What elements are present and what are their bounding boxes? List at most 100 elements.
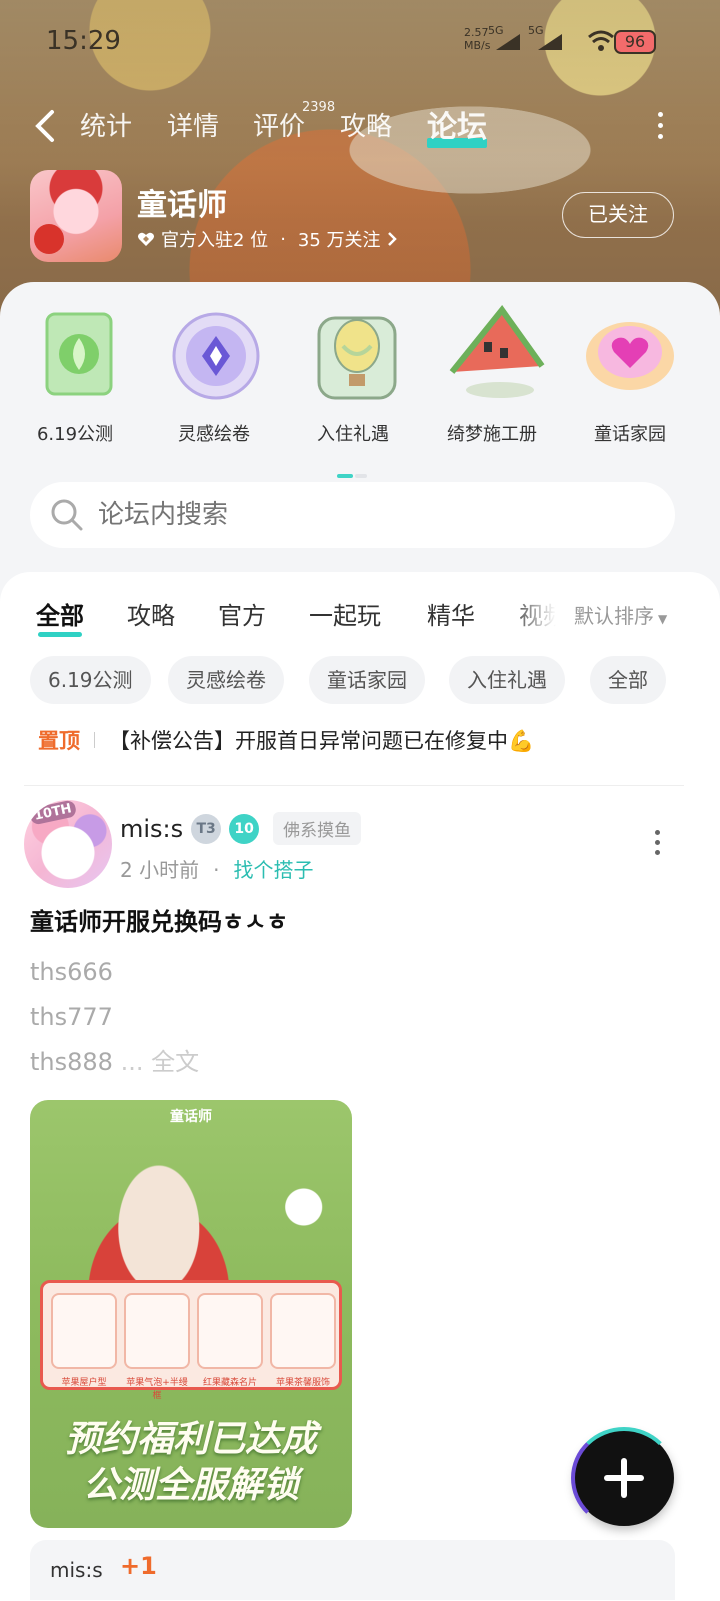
heart-shell-icon	[580, 302, 680, 402]
image-logo: 童话师	[170, 1109, 212, 1125]
reward-card	[197, 1293, 263, 1369]
category-row: 6.19公测 灵感绘卷 入住礼遇 绮梦施工册 童话家园	[0, 302, 720, 478]
follow-button[interactable]: 已关注	[562, 192, 674, 238]
plus-icon	[621, 1458, 627, 1498]
reward-card-label: 苹果屋户型	[61, 1378, 107, 1388]
category-item[interactable]: 6.19公测	[15, 302, 135, 446]
reward-card	[51, 1293, 117, 1369]
user-tag: 佛系摸鱼	[273, 812, 362, 845]
topic-chips: 6.19公测 灵感绘卷 童话家园 入住礼遇 全部	[30, 656, 720, 704]
sort-dropdown[interactable]: 默认排序 ▼	[574, 600, 667, 629]
leaf-card-icon	[25, 302, 125, 402]
more-options-button[interactable]	[650, 112, 670, 142]
category-item[interactable]: 绮梦施工册	[432, 302, 552, 446]
post-body-line: ths777	[30, 1003, 113, 1031]
post-more-button[interactable]	[652, 830, 662, 860]
avatar[interactable]: 10TH	[24, 800, 112, 888]
tab-forum[interactable]: 论坛	[427, 102, 487, 148]
topic-chip[interactable]: 6.19公测	[30, 656, 151, 704]
reward-card	[124, 1293, 190, 1369]
topic-chip[interactable]: 童话家园	[309, 656, 425, 704]
post-body: ths666 ths777 ths888 ... 全文	[30, 950, 199, 1085]
search-input[interactable]	[98, 482, 658, 548]
tab-guides[interactable]: 攻略	[340, 106, 392, 143]
watermelon-house-icon	[442, 302, 545, 402]
game-app-icon[interactable]	[30, 170, 122, 262]
image-headline: 公测全服解锁	[82, 1464, 299, 1506]
feed-tabs: 全部 攻略 官方 一起玩 精华 视频 默认排序▼	[0, 592, 720, 642]
post-meta: 2 小时前 · 找个搭子	[120, 854, 313, 883]
username[interactable]: mis:s	[120, 815, 183, 843]
meta-separator: ·	[280, 228, 286, 250]
feed-tab-guides[interactable]: 攻略	[127, 596, 175, 631]
reward-card-label: 苹果茶馨服饰	[275, 1378, 330, 1388]
review-count: 2398	[302, 100, 336, 115]
game-title: 童话师	[137, 188, 227, 223]
image-headline: 预约福利已达成	[64, 1418, 317, 1460]
category-item[interactable]: 入住礼遇	[293, 302, 413, 446]
level-badge: T3	[191, 813, 222, 844]
topic-chip[interactable]: 入住礼遇	[449, 656, 565, 704]
chevron-left-icon	[35, 110, 54, 142]
forum-panel: 6.19公测 灵感绘卷 入住礼遇 绮梦施工册 童话家园 论坛内搜索 全部 攻略 …	[0, 282, 720, 1601]
tab-details[interactable]: 详情	[167, 106, 219, 143]
follower-count: 35 万关注	[297, 230, 381, 251]
search-icon	[51, 499, 83, 531]
topic-chip[interactable]: 灵感绘卷	[168, 656, 284, 704]
category-item[interactable]: 灵感绘卷	[154, 302, 274, 446]
game-info: 童话师 官方入驻2 位 · 35 万关注 已关注	[0, 170, 720, 262]
forum-search-box[interactable]	[30, 482, 675, 548]
next-post-card[interactable]: mis:s +1	[30, 1540, 675, 1600]
feed-tab-play-together[interactable]: 一起玩	[309, 596, 381, 631]
category-label: 灵感绘卷	[178, 424, 250, 445]
tab-fade-overlay	[508, 592, 568, 642]
network-speed: 2.57 MB/s	[464, 26, 490, 52]
category-label: 入住礼遇	[317, 424, 389, 445]
hot-air-balloon-icon	[303, 302, 403, 402]
reward-card-label: 红果藏森名片	[202, 1378, 257, 1388]
feed-tab-featured[interactable]: 精华	[427, 596, 475, 631]
create-post-button[interactable]	[571, 1427, 677, 1529]
next-post-username: mis:s	[50, 1558, 103, 1582]
divider	[24, 785, 684, 786]
speed-unit: MB/s	[464, 39, 491, 52]
wifi-icon	[588, 30, 614, 56]
divider	[94, 732, 95, 748]
back-button[interactable]	[32, 106, 62, 146]
tab-reviews[interactable]: 评价	[253, 106, 305, 143]
chevron-right-icon	[387, 232, 397, 246]
category-page-indicator	[337, 474, 367, 479]
post-time: 2 小时前	[120, 858, 200, 882]
pinned-post[interactable]: 置顶 【补偿公告】开服首日异常问题已在修复中💪	[38, 720, 688, 760]
status-bar: 15:29 2.57 MB/s 5G 5G 96	[0, 22, 720, 62]
sort-label: 默认排序	[574, 604, 654, 628]
user-line: mis:s T3 10 佛系摸鱼	[120, 812, 362, 845]
post-body-line: ths888	[30, 1048, 113, 1076]
read-more-link[interactable]: ... 全文	[121, 1048, 200, 1076]
post-image[interactable]: 童话师 苹果屋户型 苹果气泡+半缦框 红果藏森名片 苹果茶馨服饰 预约福利已达成…	[30, 1100, 352, 1528]
signal-icon	[494, 32, 524, 52]
post-topic-link[interactable]: 找个搭子	[233, 858, 313, 882]
crystal-scroll-icon	[164, 302, 264, 402]
pinned-tag: 置顶	[38, 729, 80, 753]
pinned-title: 【补偿公告】开服首日异常问题已在修复中💪	[109, 729, 535, 753]
reward-card-label: 苹果气泡+半缦框	[126, 1378, 188, 1401]
caret-down-icon: ▼	[658, 612, 668, 626]
category-label: 绮梦施工册	[447, 424, 537, 445]
top-navigation: 统计 详情 评价 2398 攻略 论坛	[0, 100, 720, 150]
category-label: 6.19公测	[36, 424, 114, 445]
signal-icon	[536, 32, 566, 52]
topic-chip[interactable]: 全部	[590, 656, 666, 704]
next-post-mark: +1	[120, 1552, 157, 1580]
category-item[interactable]: 童话家园	[570, 302, 690, 446]
reward-cards: 苹果屋户型 苹果气泡+半缦框 红果藏森名片 苹果茶馨服饰	[40, 1280, 342, 1401]
feed-tab-official[interactable]: 官方	[218, 596, 266, 631]
tab-stats[interactable]: 统计	[80, 106, 132, 143]
status-time: 15:29	[46, 26, 121, 56]
post-title: 童话师开服兑换码ㅎㅅㅎ	[30, 908, 289, 936]
reward-card	[270, 1293, 336, 1369]
feed-tab-all[interactable]: 全部	[36, 596, 84, 637]
rank-badge: 10	[229, 813, 260, 844]
official-heart-icon	[138, 232, 154, 246]
game-meta[interactable]: 官方入驻2 位 · 35 万关注	[137, 226, 397, 252]
